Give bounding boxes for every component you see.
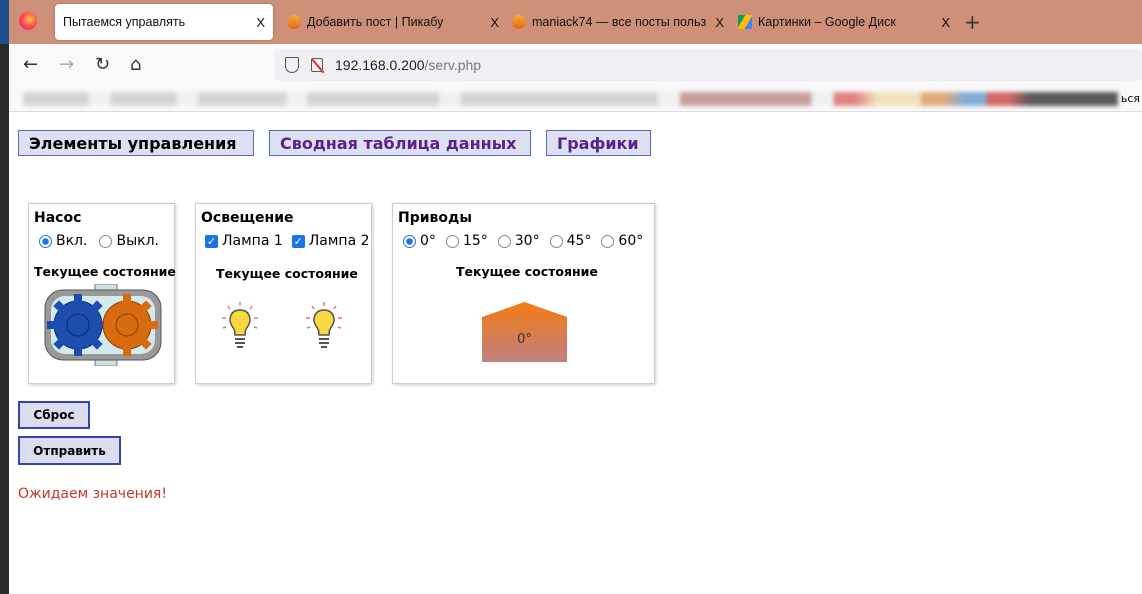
tab[interactable]: Картинки – Google Диск X [738, 4, 958, 40]
angle-30-label[interactable]: 30° [515, 233, 540, 249]
pump-options: Вкл. Выкл. [39, 233, 159, 249]
lighting-title: Освещение [201, 210, 294, 226]
back-icon[interactable]: ← [23, 54, 38, 75]
desktop-edge [0, 0, 9, 594]
pump-off-radio[interactable] [99, 234, 113, 248]
pump-panel: Насос Вкл. Выкл. Текущее состояние [28, 203, 176, 384]
angle-15-label[interactable]: 15° [463, 233, 488, 249]
tab[interactable]: maniack74 — все посты польз X [512, 4, 732, 40]
tab-title: Добавить пост | Пикабу [307, 15, 444, 29]
angle-30-radio[interactable] [497, 234, 511, 248]
bookmark-overflow[interactable]: ься [1121, 92, 1140, 105]
drives-state-label: Текущее состояние [456, 264, 598, 279]
tab-title: maniack74 — все посты польз [532, 15, 707, 29]
angle-60-radio[interactable] [601, 234, 615, 248]
close-tab-icon[interactable]: X [490, 15, 499, 30]
tab-bar: Пытаемся управлять X Добавить пост | Пик… [9, 0, 1142, 44]
angle-45-label[interactable]: 45° [567, 233, 592, 249]
gear-pump-icon [44, 284, 162, 366]
url-path: /serv.php [424, 57, 482, 73]
drive-angle-options: 0° 15° 30° 45° 60° [403, 233, 643, 249]
close-tab-icon[interactable]: X [715, 15, 724, 30]
angle-15-radio[interactable] [445, 234, 459, 248]
pump-on-label[interactable]: Вкл. [56, 233, 87, 249]
angle-60-label[interactable]: 60° [618, 233, 643, 249]
drives-title: Приводы [398, 210, 472, 226]
firefox-icon[interactable] [19, 12, 37, 30]
lamp1-checkbox[interactable]: ✓ [205, 234, 218, 248]
lighting-panel: Освещение ✓ Лампа 1 ✓ Лампа 2 Текущее со… [195, 203, 372, 384]
tab-active[interactable]: Пытаемся управлять X [55, 4, 273, 40]
nav-bar: ← → ↻ ⌂ 192.168.0.200/serv.php [9, 44, 1142, 86]
status-message: Ожидаем значения! [18, 486, 167, 502]
tab[interactable]: Добавить пост | Пикабу X [287, 4, 507, 40]
pump-on-radio[interactable] [39, 234, 52, 248]
pikabu-icon [287, 15, 301, 29]
reload-icon[interactable]: ↻ [95, 54, 110, 75]
drive-angle-value: 0° [517, 332, 532, 347]
drives-panel: Приводы 0° 15° 30° 45° 60° Текущее состо… [392, 203, 655, 384]
tab-title: Пытаемся управлять [63, 15, 186, 29]
pikabu-icon [512, 15, 526, 29]
angle-0-radio[interactable] [403, 234, 416, 248]
shield-icon [285, 57, 299, 73]
pump-off-label[interactable]: Выкл. [116, 233, 159, 249]
pump-title: Насос [34, 210, 82, 226]
bookmarks-bar: ься [9, 86, 1142, 112]
home-icon[interactable]: ⌂ [130, 54, 141, 75]
insecure-lock-icon[interactable] [311, 58, 323, 72]
summary-table-button[interactable]: Сводная таблица данных [269, 130, 531, 156]
blurred-bookmarks [23, 92, 1118, 106]
lamp2-label[interactable]: Лампа 2 [309, 233, 370, 249]
charts-button[interactable]: Графики [546, 130, 651, 156]
new-tab-button[interactable]: + [964, 10, 981, 34]
url-bar[interactable]: 192.168.0.200/serv.php [275, 49, 1142, 81]
controls-tab-button[interactable]: Элементы управления [18, 130, 254, 156]
close-tab-icon[interactable]: X [941, 15, 950, 30]
angle-45-radio[interactable] [549, 234, 563, 248]
pump-state-label: Текущее состояние [34, 264, 176, 279]
lamp1-bulb-icon [222, 302, 258, 348]
lamp2-checkbox[interactable]: ✓ [291, 234, 305, 248]
lamp2-bulb-icon [306, 302, 342, 348]
close-tab-icon[interactable]: X [256, 15, 265, 30]
google-drive-icon [738, 15, 752, 29]
tab-title: Картинки – Google Диск [758, 15, 896, 29]
lamp1-label[interactable]: Лампа 1 [222, 233, 283, 249]
lighting-state-label: Текущее состояние [216, 266, 358, 281]
angle-0-label[interactable]: 0° [420, 233, 436, 249]
send-button[interactable]: Отправить [18, 436, 121, 465]
forward-icon[interactable]: → [59, 54, 74, 75]
url-host: 192.168.0.200 [335, 57, 425, 73]
reset-button[interactable]: Сброс [18, 401, 90, 429]
lighting-options: ✓ Лампа 1 ✓ Лампа 2 [205, 233, 370, 249]
